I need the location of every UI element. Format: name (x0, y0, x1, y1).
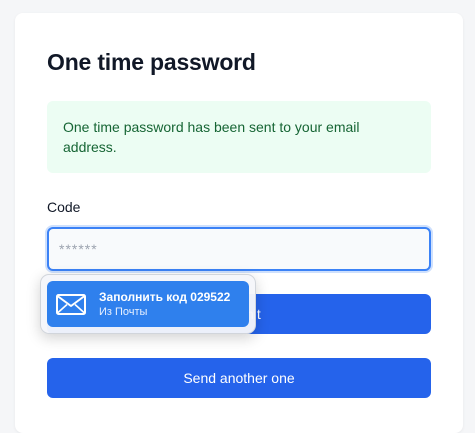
mail-icon (55, 293, 87, 315)
success-alert: One time password has been sent to your … (47, 101, 431, 173)
autofill-popup: Заполнить код 029522 Из Почты (40, 274, 256, 334)
otp-card: One time password One time password has … (15, 13, 463, 433)
send-another-button[interactable]: Send another one (47, 358, 431, 398)
autofill-source: Из Почты (99, 305, 148, 318)
alert-message: One time password has been sent to your … (63, 119, 360, 155)
code-input[interactable] (47, 227, 431, 271)
code-label: Code (47, 199, 81, 215)
autofill-suggestion[interactable]: Заполнить код 029522 Из Почты (47, 281, 249, 327)
page-title: One time password (47, 49, 256, 75)
autofill-title: Заполнить код 029522 (99, 289, 231, 304)
